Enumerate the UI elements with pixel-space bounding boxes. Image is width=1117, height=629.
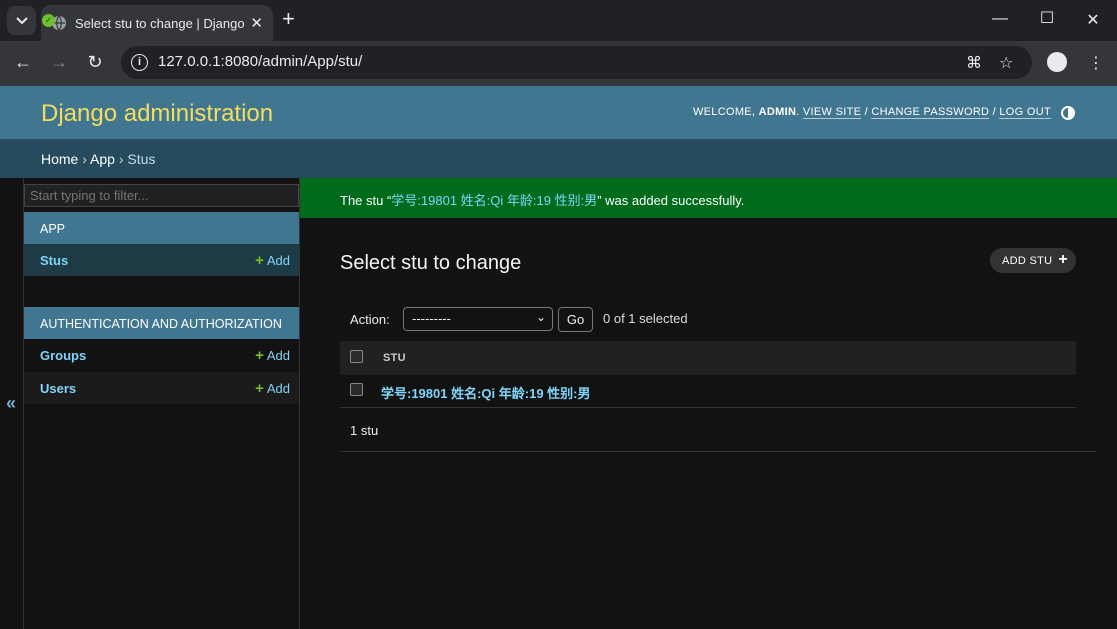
welcome-text: WELCOME, [692,106,756,118]
tab-title: Select stu to change | Django site admin [75,15,245,31]
maximize-window-icon[interactable]: ☐ [1037,8,1057,28]
breadcrumb-separator: › [82,151,87,167]
add-group-link[interactable]: + Add [255,347,290,364]
sidebar-item-label[interactable]: Users [40,381,76,396]
add-stu-button[interactable]: ADD STU + [990,248,1076,273]
close-window-icon[interactable]: ✕ [1083,10,1103,30]
view-site-link[interactable]: VIEW SITE [802,106,862,119]
tab-search-dropdown-button[interactable] [7,6,36,35]
plus-icon: + [255,380,264,397]
close-tab-icon[interactable]: ✕ [250,14,263,32]
message-object-link[interactable]: 学号:19801 姓名:Qi 年龄:19 性别:男 [391,193,597,208]
browser-menu-icon[interactable]: ⋮ [1088,53,1104,73]
breadcrumb-app[interactable]: App [90,151,115,167]
theme-toggle-icon[interactable] [1061,106,1075,120]
paginator: 1 stu [340,408,1096,452]
breadcrumb-home[interactable]: Home [41,151,78,167]
reload-icon[interactable]: ↻ [83,52,107,73]
go-button[interactable]: Go [558,307,593,332]
success-check-icon: ✓ [42,14,55,27]
sidebar-item-users[interactable]: Users + Add [24,372,299,404]
selection-counter: 0 of 1 selected [603,311,688,326]
app-caption-app[interactable]: APP [24,212,299,244]
add-user-link[interactable]: + Add [255,380,290,397]
collapse-sidebar-icon[interactable]: « [6,393,16,414]
action-select[interactable]: --------- ⌄ [403,307,553,331]
success-message: The stu “学号:19801 姓名:Qi 年龄:19 性别:男” was … [300,178,1117,218]
site-header: Django administration WELCOME, ADMIN. VI… [0,86,1117,139]
message-suffix: ” was added successfully. [597,193,745,208]
row-object-link[interactable]: 学号:19801 姓名:Qi 年龄:19 性别:男 [381,383,591,402]
add-stu-link[interactable]: + Add [255,252,290,269]
add-button-label: ADD STU [1002,255,1053,267]
column-header-stu[interactable]: STU [383,352,406,364]
chevron-down-icon [15,16,28,24]
plus-icon: + [255,347,264,364]
new-tab-plus-icon[interactable]: + [282,8,295,30]
url-text[interactable]: 127.0.0.1:8080/admin/App/stu/ [158,53,362,70]
site-info-icon[interactable]: i [131,54,148,71]
sidebar-filter-input[interactable] [24,184,299,207]
breadcrumb-separator: › [118,151,124,167]
site-branding[interactable]: Django administration [41,100,273,128]
change-password-link[interactable]: CHANGE PASSWORD [871,106,990,119]
select-all-checkbox[interactable] [350,350,363,363]
table-row: 学号:19801 姓名:Qi 年龄:19 性别:男 [340,375,1076,408]
message-prefix: The stu “ [340,193,392,208]
minimize-window-icon[interactable]: — [990,10,1010,28]
add-label: Add [266,348,290,363]
table-header: STU [340,341,1076,375]
add-label: Add [266,381,290,396]
browser-toolbar: ← → ↻ i 127.0.0.1:8080/admin/App/stu/ ⌘ … [0,41,1117,86]
plus-icon: + [255,252,264,269]
page-title: Select stu to change [340,252,522,274]
user-tools: WELCOME, ADMIN. VIEW SITE / CHANGE PASSW… [692,106,1051,119]
address-bar[interactable]: i 127.0.0.1:8080/admin/App/stu/ ⌘ ☆ [121,46,1032,79]
sidebar-item-groups[interactable]: Groups + Add [24,339,299,371]
log-out-link[interactable]: LOG OUT [999,106,1051,119]
profile-avatar-icon[interactable] [1047,52,1067,72]
sidebar-item-stus[interactable]: Stus + Add [24,244,299,276]
translate-icon[interactable]: ⌘ [966,53,982,73]
browser-tab-strip: Select stu to change | Django site admin… [0,0,1117,41]
sidebar-item-label[interactable]: Groups [40,348,86,363]
browser-tab-active[interactable]: Select stu to change | Django site admin… [41,5,273,41]
action-label: Action: [350,312,390,327]
breadcrumb: Home › App › Stus [0,139,1117,178]
chevron-down-icon: ⌄ [535,310,546,324]
back-arrow-icon[interactable]: ← [11,52,35,73]
breadcrumb-current: Stus [127,151,156,167]
sidebar-item-label[interactable]: Stus [40,253,68,268]
bookmark-star-icon[interactable]: ☆ [999,53,1013,73]
row-checkbox[interactable] [350,383,363,396]
add-label: Add [266,253,290,268]
app-caption-auth[interactable]: AUTHENTICATION AND AUTHORIZATION [24,307,299,339]
forward-arrow-icon[interactable]: → [47,52,71,73]
plus-icon: + [1058,251,1068,268]
action-selected-value: --------- [412,311,451,326]
username: ADMIN [758,106,797,118]
nav-sidebar: APP Stus +Add AUTHENTICATION AND AUTHORI… [24,178,300,629]
